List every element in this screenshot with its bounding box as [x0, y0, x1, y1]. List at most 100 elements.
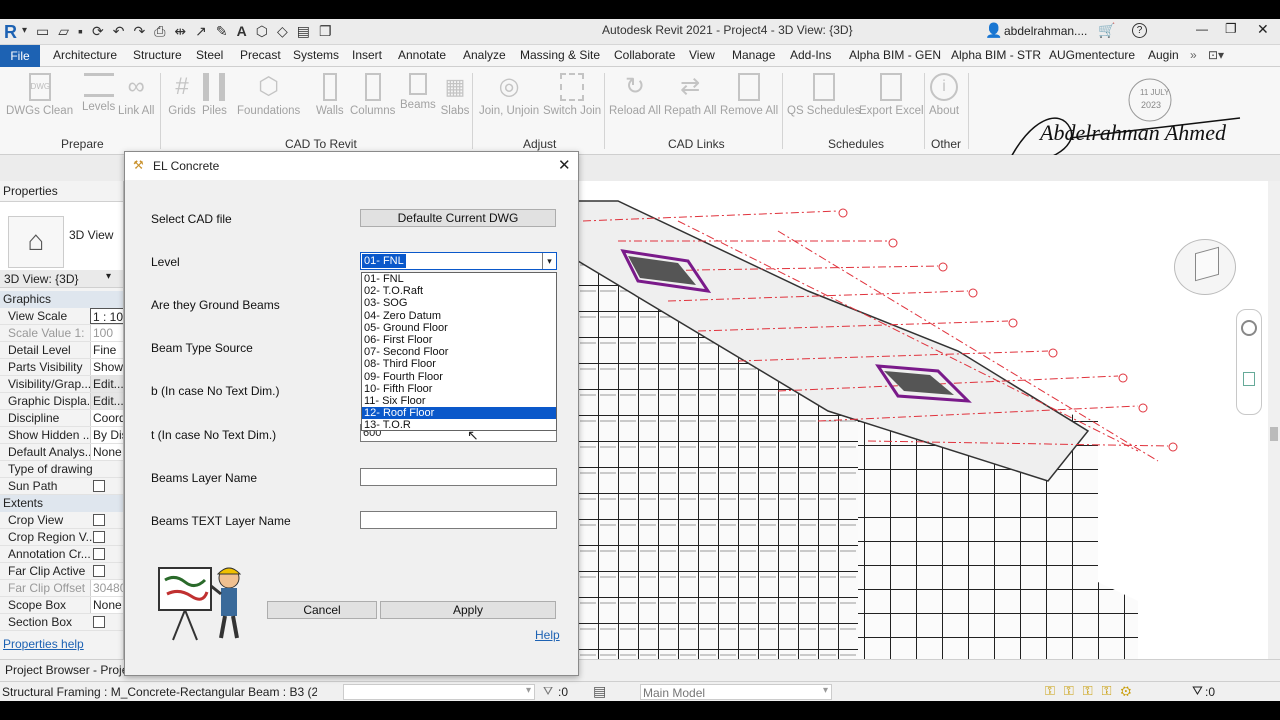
section-box-checkbox[interactable] — [93, 616, 105, 628]
cart-icon[interactable]: 🛒 — [1098, 22, 1115, 39]
prop-row[interactable]: Scope Box None — [0, 597, 123, 614]
level-dropdown-arrow-icon[interactable]: ▾ — [542, 253, 556, 269]
grids-button[interactable]: # Grids — [167, 73, 197, 117]
thin-lines-icon[interactable]: ▤ — [297, 23, 319, 39]
tab-manage[interactable]: Manage — [732, 48, 775, 62]
measure-icon[interactable]: ⇹ — [174, 23, 195, 39]
tab-annotate[interactable]: Annotate — [398, 48, 446, 62]
prop-row[interactable]: Crop Region V... — [0, 529, 123, 546]
tab-alpha-bim-gen[interactable]: Alpha BIM - GEN — [849, 48, 941, 62]
foundations-button[interactable]: ⬡ Foundations — [237, 73, 300, 117]
redo-icon[interactable]: ↷ — [133, 23, 154, 39]
level-option-highlighted[interactable]: 12- Roof Floor — [362, 407, 556, 420]
prop-row[interactable]: Detail Level Fine — [0, 342, 123, 359]
level-option[interactable]: 02- T.O.Raft — [362, 285, 556, 297]
tab-augin[interactable]: Augin — [1148, 48, 1179, 62]
zoom-icon[interactable] — [1243, 372, 1255, 386]
save-icon[interactable]: ▪ — [78, 23, 92, 39]
tab-insert[interactable]: Insert — [352, 48, 382, 62]
walls-button[interactable]: Walls — [316, 73, 344, 117]
join-unjoin-button[interactable]: ◎ Join, Unjoin — [479, 73, 539, 117]
section-icon[interactable]: ◇ — [277, 23, 297, 39]
tab-massing-site[interactable]: Massing & Site — [520, 48, 600, 62]
prop-row[interactable]: Visibility/Grap... Edit... — [0, 376, 123, 393]
help-icon[interactable]: ? — [1132, 23, 1147, 38]
slabs-button[interactable]: ▦ Slabs — [440, 73, 470, 117]
prop-row[interactable]: Crop View — [0, 512, 123, 529]
section-graphics[interactable]: Graphics — [0, 291, 123, 308]
repath-all-button[interactable]: ⇄ Repath All — [664, 73, 716, 117]
model-dropdown[interactable]: Main Model ▾ — [640, 684, 832, 700]
prop-row[interactable]: DisciplineCoordination — [0, 410, 123, 427]
print-icon[interactable]: ⎙ — [154, 23, 174, 39]
level-option[interactable]: 05- Ground Floor — [362, 322, 556, 334]
restore-icon[interactable]: ❐ — [1225, 21, 1237, 37]
design-options-icon[interactable]: ▤ — [593, 683, 606, 700]
levels-button[interactable]: Levels — [82, 73, 115, 113]
tab-collaborate[interactable]: Collaborate — [614, 48, 675, 62]
export-excel-button[interactable]: Export Excel — [859, 73, 924, 117]
navigation-bar[interactable] — [1236, 309, 1262, 415]
piles-button[interactable]: Piles — [202, 73, 227, 117]
level-select[interactable]: 01- FNL ▾ — [360, 252, 557, 270]
level-dropdown-list[interactable]: 01- FNL 02- T.O.Raft 03- SOG 04- Zero Da… — [361, 272, 557, 431]
open-folder-icon[interactable]: ▱ — [58, 23, 78, 39]
level-option[interactable]: 06- First Floor — [362, 334, 556, 346]
switch-windows-icon[interactable]: ❐ — [319, 23, 341, 39]
selection-filter-icon[interactable]: ⛛ — [543, 684, 553, 699]
3d-viewport[interactable] — [578, 181, 1268, 659]
tab-steel[interactable]: Steel — [196, 48, 223, 62]
level-option[interactable]: 09- Fourth Floor — [362, 371, 556, 383]
close-window-icon[interactable]: ✕ — [1257, 21, 1269, 38]
tab-file[interactable]: File — [0, 45, 40, 67]
tab-precast[interactable]: Precast — [240, 48, 281, 62]
tab-structure[interactable]: Structure — [133, 48, 182, 62]
tab-architecture[interactable]: Architecture — [53, 48, 117, 62]
tab-systems[interactable]: Systems — [293, 48, 339, 62]
tab-augmentecture[interactable]: AUGmentecture — [1049, 48, 1135, 62]
apply-button[interactable]: Apply — [380, 601, 556, 619]
default-3d-icon[interactable]: ⬡ — [256, 23, 277, 39]
user-icon[interactable]: 👤 — [985, 22, 1002, 39]
properties-help-link[interactable]: Properties help — [3, 637, 84, 651]
new-file-icon[interactable]: ▭ — [36, 23, 58, 39]
type-selector[interactable]: ⌂ 3D View — [0, 201, 123, 276]
help-link[interactable]: Help — [535, 628, 560, 642]
filter-icon[interactable]: ⛛ — [1192, 683, 1203, 699]
undo-icon[interactable]: ↶ — [113, 23, 134, 39]
beams-layer-input[interactable] — [360, 468, 557, 486]
viewcube-icon[interactable] — [1174, 239, 1236, 295]
annotation-crop-checkbox[interactable] — [93, 548, 105, 560]
about-button[interactable]: i About — [929, 73, 959, 117]
level-option[interactable]: 07- Second Floor — [362, 346, 556, 358]
prop-row[interactable]: Type of drawing — [0, 461, 123, 478]
cancel-button[interactable]: Cancel — [267, 601, 377, 619]
steering-wheel-icon[interactable] — [1241, 320, 1257, 336]
dimension-icon[interactable]: ↗ — [195, 23, 216, 39]
level-option[interactable]: 11- Six Floor — [362, 395, 556, 407]
level-option[interactable]: 01- FNL — [362, 273, 556, 285]
status-tool-icons[interactable]: ⚿⚿⚿⚿⚙ — [1045, 683, 1140, 699]
revit-logo-icon[interactable]: R — [4, 22, 22, 42]
sun-path-checkbox[interactable] — [93, 480, 105, 492]
beams-button[interactable]: Beams — [400, 73, 436, 111]
level-option[interactable]: 13- T.O.R — [362, 419, 556, 431]
crop-region-checkbox[interactable] — [93, 531, 105, 543]
workset-dropdown[interactable]: ▾ — [343, 684, 535, 700]
user-name[interactable]: abdelrahman.... — [1004, 24, 1087, 38]
ribbon-toggle-icon[interactable]: ⊡▾ — [1208, 48, 1224, 62]
tab-add-ins[interactable]: Add-Ins — [790, 48, 831, 62]
project-browser-tab[interactable]: Project Browser - Project4 — [5, 663, 124, 677]
dialog-close-icon[interactable]: ✕ — [558, 156, 571, 174]
prop-row[interactable]: Graphic Displa... Edit... — [0, 393, 123, 410]
prop-row[interactable]: Parts VisibilityShow Original — [0, 359, 123, 376]
level-option[interactable]: 08- Third Floor — [362, 358, 556, 370]
columns-button[interactable]: Columns — [350, 73, 395, 117]
tag-icon[interactable]: ✎ — [216, 23, 237, 39]
tab-view[interactable]: View — [689, 48, 715, 62]
level-option[interactable]: 04- Zero Datum — [362, 310, 556, 322]
link-all-button[interactable]: ∞ Link All — [118, 73, 154, 117]
view-instance-selector[interactable]: 3D View: {3D} ▾ — [0, 270, 123, 288]
prop-row[interactable]: Annotation Cr... — [0, 546, 123, 563]
crop-view-checkbox[interactable] — [93, 514, 105, 526]
